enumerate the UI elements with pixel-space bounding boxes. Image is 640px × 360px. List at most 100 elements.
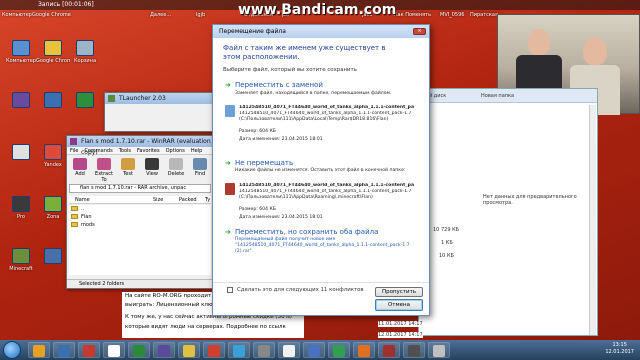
winrar-window: Flan s mod 1.7.10.rar - WinRAR (evaluati… — [66, 135, 214, 289]
taskbar-app-button[interactable] — [228, 342, 250, 358]
app-icon — [208, 345, 220, 357]
archive-path-bar[interactable]: flan s mod 1.7.10.rar - RAR archive, unp… — [69, 184, 211, 193]
taskbar-app-button[interactable] — [353, 342, 375, 358]
list-item[interactable]: Flan — [69, 213, 211, 221]
dialog-title[interactable]: Перемещение файла — [213, 25, 429, 38]
text-line: которые видят люди на серверах. Подробне… — [125, 324, 286, 330]
file-list: .. Flan mods — [69, 205, 211, 275]
file-list-header: Name Size Packed Ty — [69, 196, 211, 204]
taskbar-app-button[interactable] — [328, 342, 350, 358]
desktop-icon-image — [44, 92, 62, 108]
modified-date: 11.01.2017 14:17 — [378, 321, 423, 327]
menu-commands[interactable]: Commands — [84, 148, 112, 154]
archive-path: flan s mod 1.7.10.rar - RAR archive, unp… — [80, 185, 187, 191]
desktop-icon-label[interactable]: Далее... — [150, 12, 171, 18]
col-type[interactable]: Ty — [205, 196, 210, 204]
taskbar-app-button[interactable] — [253, 342, 275, 358]
view-icon — [145, 158, 159, 170]
desktop-icon[interactable]: Yandex — [36, 144, 70, 168]
desktop-icon[interactable] — [4, 144, 38, 162]
list-item[interactable]: mods — [69, 221, 211, 229]
taskbar-app-button[interactable] — [103, 342, 125, 358]
desktop-icon[interactable]: Google Chrome — [36, 40, 70, 64]
col-size[interactable]: Size — [153, 196, 163, 204]
taskbar-app-button[interactable] — [28, 342, 50, 358]
archive-file-icon — [225, 105, 235, 117]
conflict-checkbox[interactable] — [227, 287, 233, 293]
arrow-icon: ➜ — [225, 81, 231, 89]
add-button[interactable]: Add — [69, 158, 91, 177]
add-icon — [73, 158, 87, 170]
delete-icon — [169, 158, 183, 170]
desktop-icon-label[interactable]: Пиратская — [470, 12, 498, 18]
menu-help[interactable]: Help — [191, 148, 202, 154]
dialog-close-button[interactable]: × — [413, 28, 426, 35]
clock-time: 13:15 — [612, 342, 627, 348]
winrar-statusbar: Selected 2 folders — [67, 279, 213, 288]
file-path: 1412548510_4071_FT44640_world_of_tanks_a… — [239, 111, 412, 122]
skip-button[interactable]: Пропустить — [375, 287, 423, 297]
webcam-person-left — [528, 29, 550, 55]
extract-label: Extract To — [95, 171, 113, 183]
find-label: Find — [194, 171, 206, 177]
taskbar-app-button[interactable] — [53, 342, 75, 358]
file-path: 1412548510_4071_FT44640_world_of_tanks_a… — [239, 189, 412, 200]
app-icon — [233, 345, 245, 357]
explorer-scrollbar[interactable] — [589, 105, 596, 335]
desktop-icon-label[interactable]: Компьютер — [2, 12, 32, 18]
desktop-icon[interactable] — [68, 92, 102, 110]
desktop-icon[interactable] — [36, 92, 70, 110]
taskbar-app-button[interactable] — [78, 342, 100, 358]
menu-favorites[interactable]: Favorites — [137, 148, 160, 154]
col-packed[interactable]: Packed — [179, 196, 197, 204]
option-replace[interactable]: ➜ Переместить с заменой Заменяет файл, н… — [225, 81, 425, 171]
taskbar-app-button[interactable] — [153, 342, 175, 358]
taskbar-app-button[interactable] — [378, 342, 400, 358]
find-button[interactable]: Find — [189, 158, 211, 177]
desktop-icon[interactable]: Корзина — [68, 40, 102, 64]
app-icon — [308, 345, 320, 357]
desktop-icon[interactable]: Компьютер — [4, 40, 38, 64]
desktop-icon[interactable] — [36, 248, 70, 266]
list-item-label: .. — [81, 206, 85, 212]
desktop-icon-label[interactable]: Google Chrome — [32, 12, 71, 18]
desktop-icon-image — [12, 196, 30, 212]
desktop-icon-label[interactable]: lgjb — [196, 12, 205, 18]
move-file-dialog: Перемещение файла × Файл с таким же имен… — [212, 24, 430, 316]
taskbar-app-button[interactable] — [128, 342, 150, 358]
winrar-titlebar[interactable]: Flan s mod 1.7.10.rar - WinRAR (evaluati… — [67, 136, 213, 156]
menu-tools[interactable]: Tools — [119, 148, 131, 154]
test-label: Test — [123, 171, 133, 177]
extract-to-button[interactable]: Extract To — [93, 158, 115, 183]
test-button[interactable]: Test — [117, 158, 139, 177]
desktop-icon[interactable]: Pro — [4, 196, 38, 220]
arrow-icon: ➜ — [225, 159, 231, 167]
extract-icon — [97, 158, 111, 170]
col-name[interactable]: Name — [75, 196, 90, 204]
dialog-heading: Файл с таким же именем уже существует в … — [223, 44, 386, 61]
delete-button[interactable]: Delete — [165, 158, 187, 177]
desktop-icon[interactable]: Zona — [36, 196, 70, 220]
taskbar-app-button[interactable] — [428, 342, 450, 358]
desktop-icon-label[interactable]: Как Поменять — [394, 12, 431, 18]
taskbar-app-button[interactable] — [403, 342, 425, 358]
desktop-icon-label[interactable]: MVI_0596 — [440, 12, 464, 18]
list-item[interactable]: .. — [69, 205, 211, 213]
new-folder-button[interactable]: Новая папка — [481, 93, 514, 99]
desktop-icon[interactable]: Minecraft — [4, 248, 38, 272]
taskbar-app-button[interactable] — [178, 342, 200, 358]
tray-clock[interactable]: 13:15 12.01.2017 — [605, 342, 634, 356]
preview-hint: Нет данных для предварительного просмотр… — [483, 194, 577, 206]
file-size: 1 КБ — [441, 240, 453, 246]
menu-file[interactable]: File — [70, 148, 78, 154]
taskbar-app-button[interactable] — [278, 342, 300, 358]
taskbar-app-button[interactable] — [203, 342, 225, 358]
option-keep-both[interactable]: ➜ Переместить, но сохранить оба файла Пе… — [225, 228, 425, 268]
start-button[interactable] — [3, 341, 21, 359]
cancel-button[interactable]: Отмена — [375, 299, 423, 311]
menu-options[interactable]: Options — [166, 148, 185, 154]
taskbar-app-button[interactable] — [303, 342, 325, 358]
tlauncher-titlebar[interactable]: TLauncher 2.03 — [105, 93, 213, 104]
view-button[interactable]: View — [141, 158, 163, 177]
desktop-icon[interactable] — [4, 92, 38, 110]
